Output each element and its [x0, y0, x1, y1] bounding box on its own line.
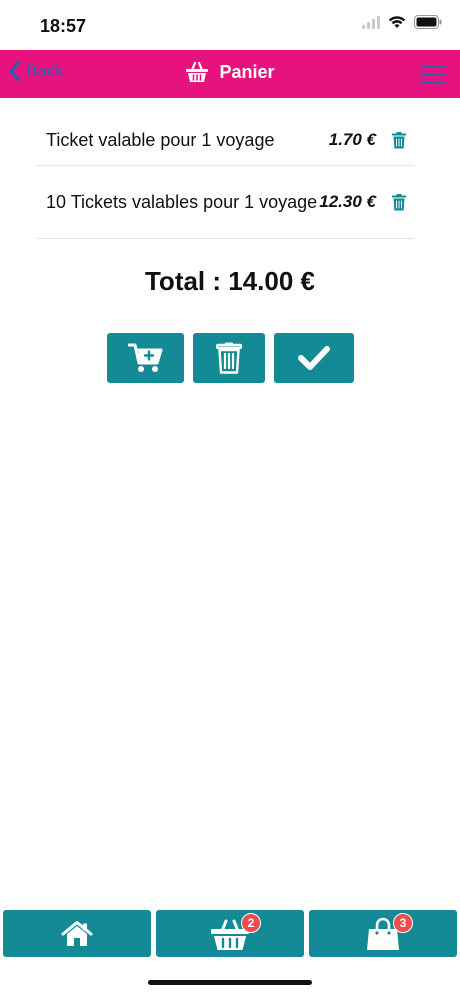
cart-item-price: 12.30 €: [319, 192, 376, 211]
basket-icon: [186, 61, 209, 82]
basket-count-badge: 2: [241, 913, 261, 933]
cart-item-name: Ticket valable pour 1 voyage: [46, 130, 275, 150]
battery-icon: [414, 15, 442, 29]
remove-item-button[interactable]: [390, 130, 408, 150]
signal-icon: [362, 15, 380, 29]
clear-cart-button[interactable]: [193, 333, 265, 383]
cart-plus-icon: [127, 343, 162, 372]
cart-list: Ticket valable pour 1 voyage 1.70 € 10 T…: [36, 115, 414, 239]
status-time: 18:57: [40, 16, 87, 36]
page-title: Panier: [219, 61, 275, 82]
validate-button[interactable]: [274, 333, 354, 383]
cart-item: 10 Tickets valables pour 1 voyage 12.30 …: [36, 166, 414, 239]
add-to-cart-button[interactable]: [107, 333, 184, 383]
cart-item-name: 10 Tickets valables pour 1 voyage: [46, 192, 318, 212]
trash-icon: [392, 131, 406, 148]
trash-icon: [392, 193, 406, 210]
tab-home[interactable]: [3, 910, 151, 957]
wifi-icon: [388, 15, 406, 29]
check-icon: [298, 346, 330, 370]
home-indicator: [148, 980, 312, 985]
tab-orders[interactable]: 3: [309, 910, 457, 957]
cart-item: Ticket valable pour 1 voyage 1.70 €: [36, 115, 414, 166]
status-icons: [362, 15, 442, 29]
cart-total: Total : 14.00 €: [144, 266, 316, 296]
page-title-wrap: Panier: [0, 61, 460, 83]
home-icon: [61, 920, 93, 946]
hamburger-icon[interactable]: [420, 66, 446, 84]
status-bar: 18:57: [0, 0, 460, 50]
trash-icon: [216, 342, 242, 374]
bottom-tabbar: 2 3: [0, 910, 460, 958]
orders-count-badge: 3: [393, 913, 413, 933]
cart-item-price: 1.70 €: [328, 130, 376, 149]
tab-basket[interactable]: 2: [156, 910, 304, 957]
remove-item-button[interactable]: [390, 192, 408, 212]
top-navbar: Back Panier: [0, 50, 460, 98]
